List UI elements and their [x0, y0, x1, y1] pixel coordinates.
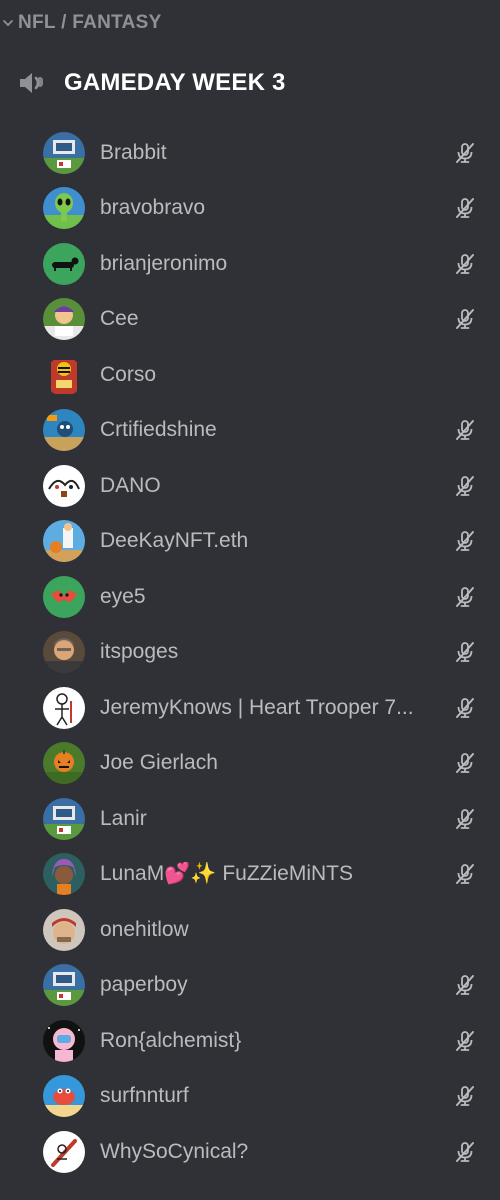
chevron-down-icon [0, 8, 16, 38]
voice-user-row[interactable]: paperboy [0, 958, 500, 1014]
voice-user-row[interactable]: onehitlow [0, 902, 500, 958]
username-label: LunaM💕✨ FuZZieMiNTS [100, 862, 354, 886]
username-label: Lanir [100, 806, 147, 830]
voice-user-row[interactable]: Brabbit [0, 125, 500, 181]
voice-channel-gameday[interactable]: GAMEDAY WEEK 3 [14, 62, 286, 104]
avatar[interactable] [43, 409, 85, 452]
voice-channel-name: GAMEDAY WEEK 3 [64, 69, 286, 96]
avatar[interactable] [43, 797, 85, 840]
voice-channel-panel: NFL / FANTASY GAMEDAY WEEK 3 Brabbit bra… [0, 0, 500, 1200]
mic-muted-icon [452, 972, 478, 998]
username-label: onehitlow [100, 917, 189, 941]
category-header[interactable]: NFL / FANTASY [0, 8, 162, 38]
username-label: Corso [100, 362, 157, 386]
username-label: JeremyKnows | Heart Trooper 7... [100, 695, 414, 719]
username-label: surfnnturf [100, 1084, 189, 1108]
voice-user-row[interactable]: WhySoCynical? [0, 1124, 500, 1180]
voice-user-row[interactable]: brianjeronimo [0, 236, 500, 292]
voice-user-list: Brabbit bravobravo brianjeronimo Cee Cor… [0, 125, 500, 1180]
avatar[interactable] [43, 520, 85, 563]
voice-user-row[interactable]: DANO [0, 458, 500, 514]
mic-muted-icon [452, 1028, 478, 1054]
avatar[interactable] [43, 853, 85, 896]
username-label: DeeKayNFT.eth [100, 529, 249, 553]
mic-muted-icon [452, 1083, 478, 1109]
avatar[interactable] [43, 964, 85, 1007]
category-label: NFL / FANTASY [18, 12, 162, 33]
mic-muted-icon [452, 251, 478, 277]
username-label: eye5 [100, 584, 146, 608]
mic-muted-icon [452, 417, 478, 443]
voice-user-row[interactable]: Ron{alchemist} [0, 1013, 500, 1069]
mic-muted-icon [452, 806, 478, 832]
voice-user-row[interactable]: eye5 [0, 569, 500, 625]
speaker-icon [14, 66, 48, 100]
username-label: paperboy [100, 973, 188, 997]
mic-muted-icon [452, 473, 478, 499]
username-label: WhySoCynical? [100, 1139, 249, 1163]
voice-user-row[interactable]: DeeKayNFT.eth [0, 514, 500, 570]
voice-user-row[interactable]: surfnnturf [0, 1069, 500, 1125]
username-label: brianjeronimo [100, 251, 228, 275]
mic-muted-icon [452, 695, 478, 721]
avatar[interactable] [43, 242, 85, 285]
voice-user-row[interactable]: Cee [0, 292, 500, 348]
avatar[interactable] [43, 353, 85, 396]
mic-muted-icon [452, 584, 478, 610]
voice-user-row[interactable]: Corso [0, 347, 500, 403]
mic-muted-icon [452, 528, 478, 554]
mic-muted-icon [452, 750, 478, 776]
avatar[interactable] [43, 742, 85, 785]
voice-user-row[interactable]: bravobravo [0, 181, 500, 237]
avatar[interactable] [43, 1130, 85, 1173]
username-label: Brabbit [100, 140, 167, 164]
avatar[interactable] [43, 908, 85, 951]
mic-muted-icon [452, 639, 478, 665]
avatar[interactable] [43, 131, 85, 174]
voice-user-row[interactable]: JeremyKnows | Heart Trooper 7... [0, 680, 500, 736]
username-label: itspoges [100, 640, 179, 664]
mic-muted-icon [452, 1139, 478, 1165]
avatar[interactable] [43, 631, 85, 674]
username-label: Joe Gierlach [100, 751, 218, 775]
avatar[interactable] [43, 1075, 85, 1118]
username-label: Crtifiedshine [100, 418, 217, 442]
voice-user-row[interactable]: LunaM💕✨ FuZZieMiNTS [0, 847, 500, 903]
voice-user-row[interactable]: Lanir [0, 791, 500, 847]
avatar[interactable] [43, 187, 85, 230]
mic-muted-icon [452, 195, 478, 221]
mic-muted-icon [452, 140, 478, 166]
avatar[interactable] [43, 575, 85, 618]
username-label: DANO [100, 473, 161, 497]
mic-muted-icon [452, 306, 478, 332]
avatar[interactable] [43, 1019, 85, 1062]
username-label: Ron{alchemist} [100, 1028, 242, 1052]
username-label: Cee [100, 307, 139, 331]
voice-user-row[interactable]: Crtifiedshine [0, 403, 500, 459]
username-label: bravobravo [100, 196, 206, 220]
mic-muted-icon [452, 861, 478, 887]
avatar[interactable] [43, 298, 85, 341]
voice-user-row[interactable]: itspoges [0, 625, 500, 681]
avatar[interactable] [43, 686, 85, 729]
voice-user-row[interactable]: Joe Gierlach [0, 736, 500, 792]
avatar[interactable] [43, 464, 85, 507]
